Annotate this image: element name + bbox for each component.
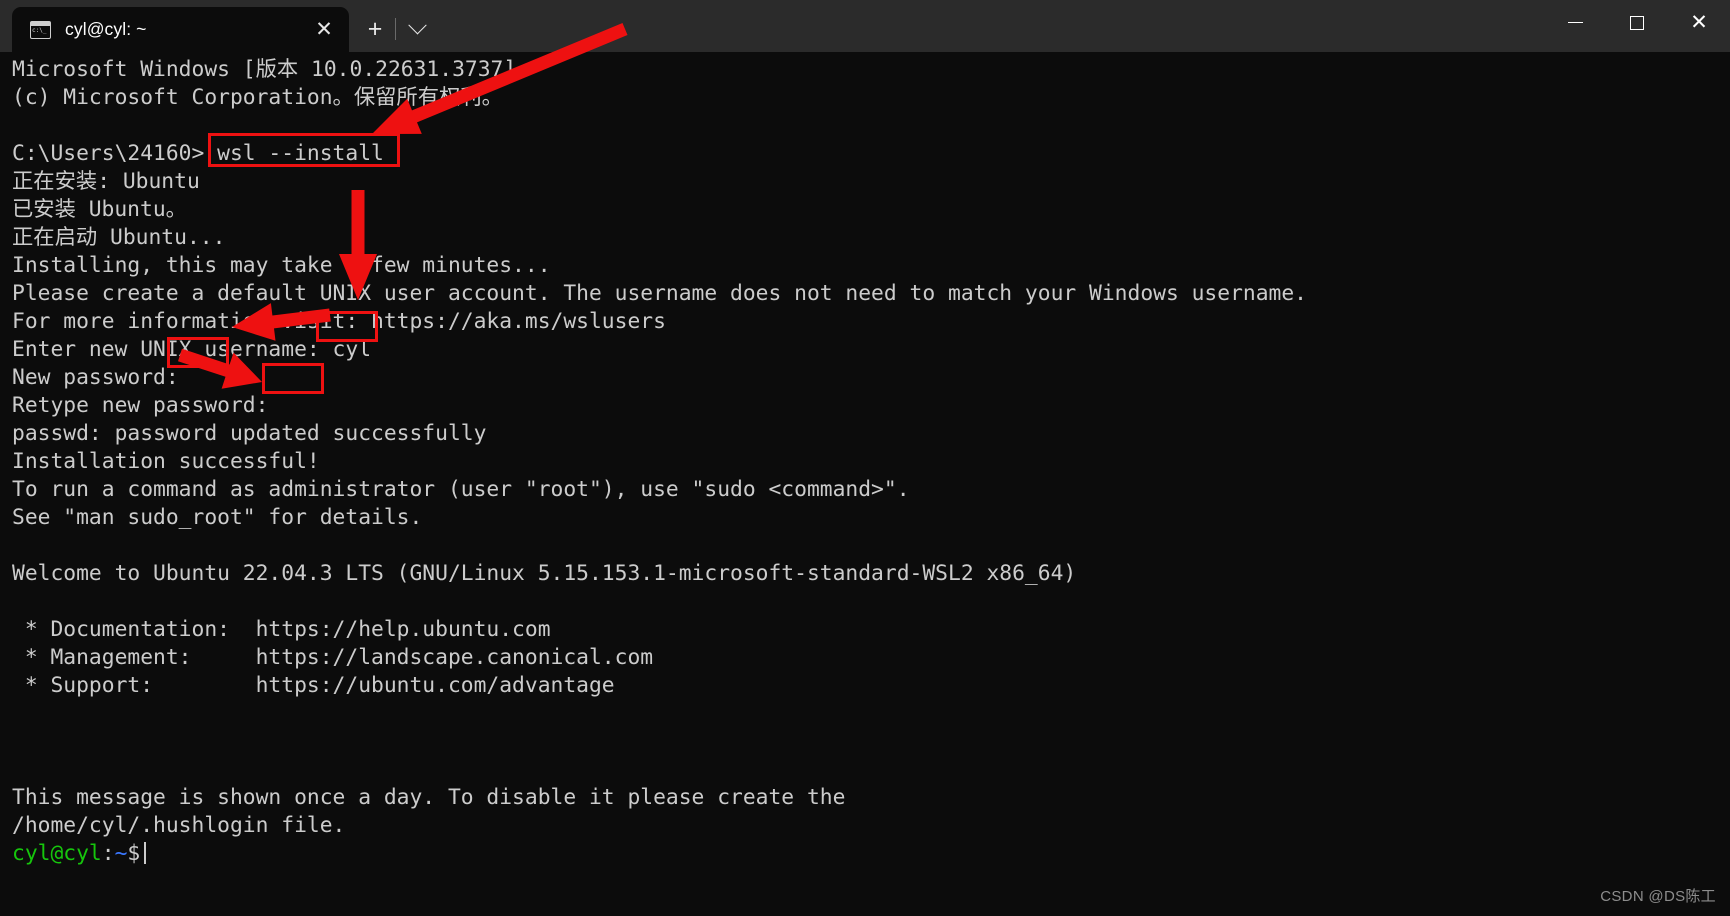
terminal-line: Installing, this may take a few minutes.… bbox=[12, 253, 551, 278]
chevron-down-icon bbox=[407, 16, 427, 35]
terminal-line: Microsoft Windows [版本 10.0.22631.3737] bbox=[12, 57, 517, 82]
terminal-line: Installation successful! bbox=[12, 449, 320, 474]
terminal-line: passwd: password updated successfully bbox=[12, 421, 487, 446]
terminal-line: 已安装 Ubuntu。 bbox=[12, 197, 187, 222]
shell-prompt-line[interactable]: cyl@cyl:~$ bbox=[12, 840, 1712, 868]
terminal-line: For more information visit: https://aka.… bbox=[12, 309, 666, 334]
terminal-line: 正在安装: Ubuntu bbox=[12, 169, 200, 194]
minimize-button[interactable] bbox=[1544, 0, 1606, 45]
terminal-line: 正在启动 Ubuntu... bbox=[12, 225, 226, 250]
terminal-line: Welcome to Ubuntu 22.04.3 LTS (GNU/Linux… bbox=[12, 561, 1077, 586]
prompt-sigil: $ bbox=[127, 841, 141, 866]
terminal-line: * Documentation: https://help.ubuntu.com bbox=[12, 617, 551, 642]
close-tab-icon[interactable]: ✕ bbox=[309, 15, 339, 45]
prompt-colon: : bbox=[101, 841, 115, 866]
terminal-line: This message is shown once a day. To dis… bbox=[12, 785, 846, 810]
terminal-line: Enter new UNIX username: cyl bbox=[12, 337, 372, 362]
terminal-line: C:\Users\24160> wsl --install bbox=[12, 141, 384, 166]
minimize-icon bbox=[1567, 21, 1583, 24]
terminal-pane[interactable]: Microsoft Windows [版本 10.0.22631.3737] (c… bbox=[0, 52, 1730, 916]
terminal-line: * Support: https://ubuntu.com/advantage bbox=[12, 673, 615, 698]
prompt-path: ~ bbox=[114, 841, 128, 866]
tab-title: cyl@cyl: ~ bbox=[65, 19, 147, 39]
terminal-line: /home/cyl/.hushlogin file. bbox=[12, 813, 346, 838]
window-title-bar: cyl@cyl: ~ ✕ + ✕ bbox=[0, 0, 1730, 52]
close-window-button[interactable]: ✕ bbox=[1668, 0, 1730, 45]
text-cursor bbox=[144, 842, 147, 864]
terminal-output: Microsoft Windows [版本 10.0.22631.3737] (c… bbox=[12, 56, 1712, 868]
prompt-user-host: cyl@cyl bbox=[12, 841, 102, 866]
maximize-button[interactable] bbox=[1606, 0, 1668, 45]
maximize-icon bbox=[1630, 15, 1644, 30]
terminal-line: New password: bbox=[12, 365, 179, 390]
terminal-line: To run a command as administrator (user … bbox=[12, 477, 910, 502]
watermark: CSDN @DS陈工 bbox=[1600, 888, 1716, 905]
terminal-line: See "man sudo_root" for details. bbox=[12, 505, 423, 530]
terminal-line: (c) Microsoft Corporation。保留所有权利。 bbox=[12, 85, 503, 110]
terminal-line: Retype new password: bbox=[12, 393, 269, 418]
new-tab-button[interactable]: + bbox=[355, 7, 395, 52]
tab-strip: cyl@cyl: ~ ✕ + bbox=[0, 0, 1544, 52]
terminal-tab[interactable]: cyl@cyl: ~ ✕ bbox=[12, 7, 349, 52]
window-controls: ✕ bbox=[1544, 0, 1730, 52]
terminal-line: Please create a default UNIX user accoun… bbox=[12, 281, 1308, 306]
tab-dropdown-button[interactable] bbox=[396, 7, 438, 52]
terminal-line: * Management: https://landscape.canonica… bbox=[12, 645, 654, 670]
terminal-icon bbox=[30, 20, 51, 39]
